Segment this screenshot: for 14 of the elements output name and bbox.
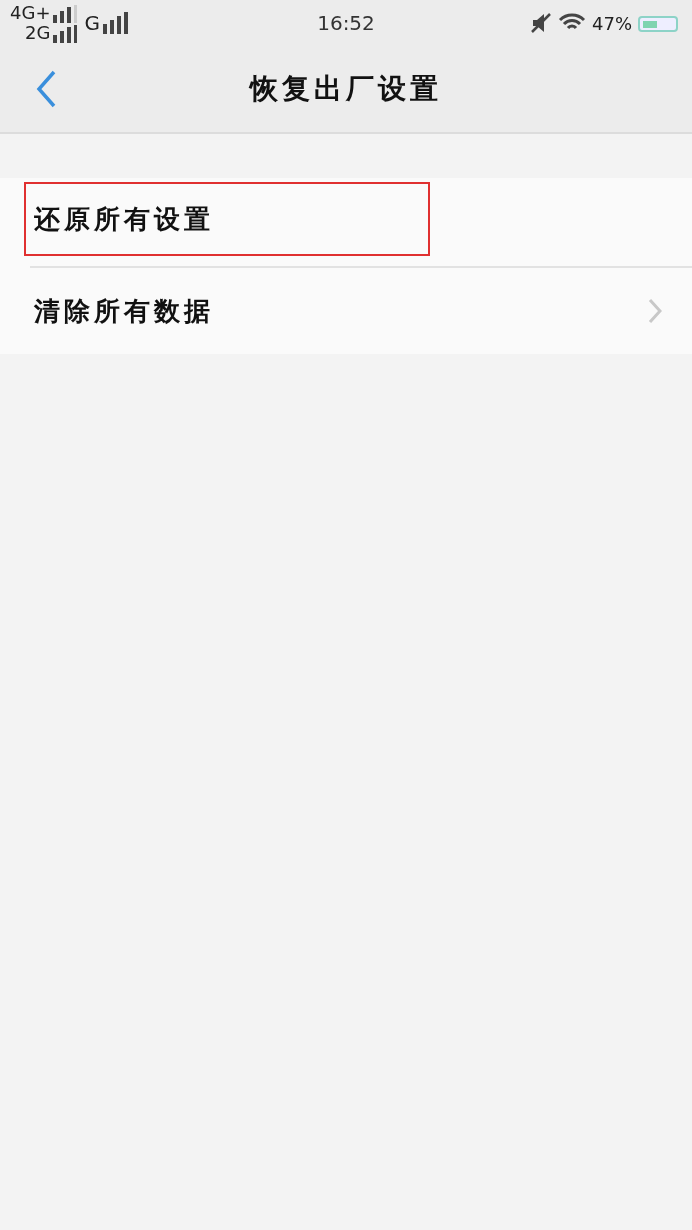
mute-icon [530, 12, 552, 34]
network-label: 4G+ [10, 3, 51, 23]
signal-icon [52, 5, 79, 23]
back-icon[interactable] [36, 70, 58, 108]
settings-item[interactable]: 清除所有数据 [30, 266, 692, 354]
settings-item[interactable]: 还原所有设置 [20, 178, 434, 260]
signal-icon [52, 25, 79, 43]
page-title: 恢复出厂设置 [250, 71, 442, 107]
signal-icon [102, 12, 130, 34]
battery-percent: 47% [592, 12, 632, 34]
network-label: 2G [25, 23, 51, 43]
network-label: G [84, 11, 100, 35]
chevron-icon [648, 298, 662, 324]
status-time: 16:52 [317, 11, 375, 35]
